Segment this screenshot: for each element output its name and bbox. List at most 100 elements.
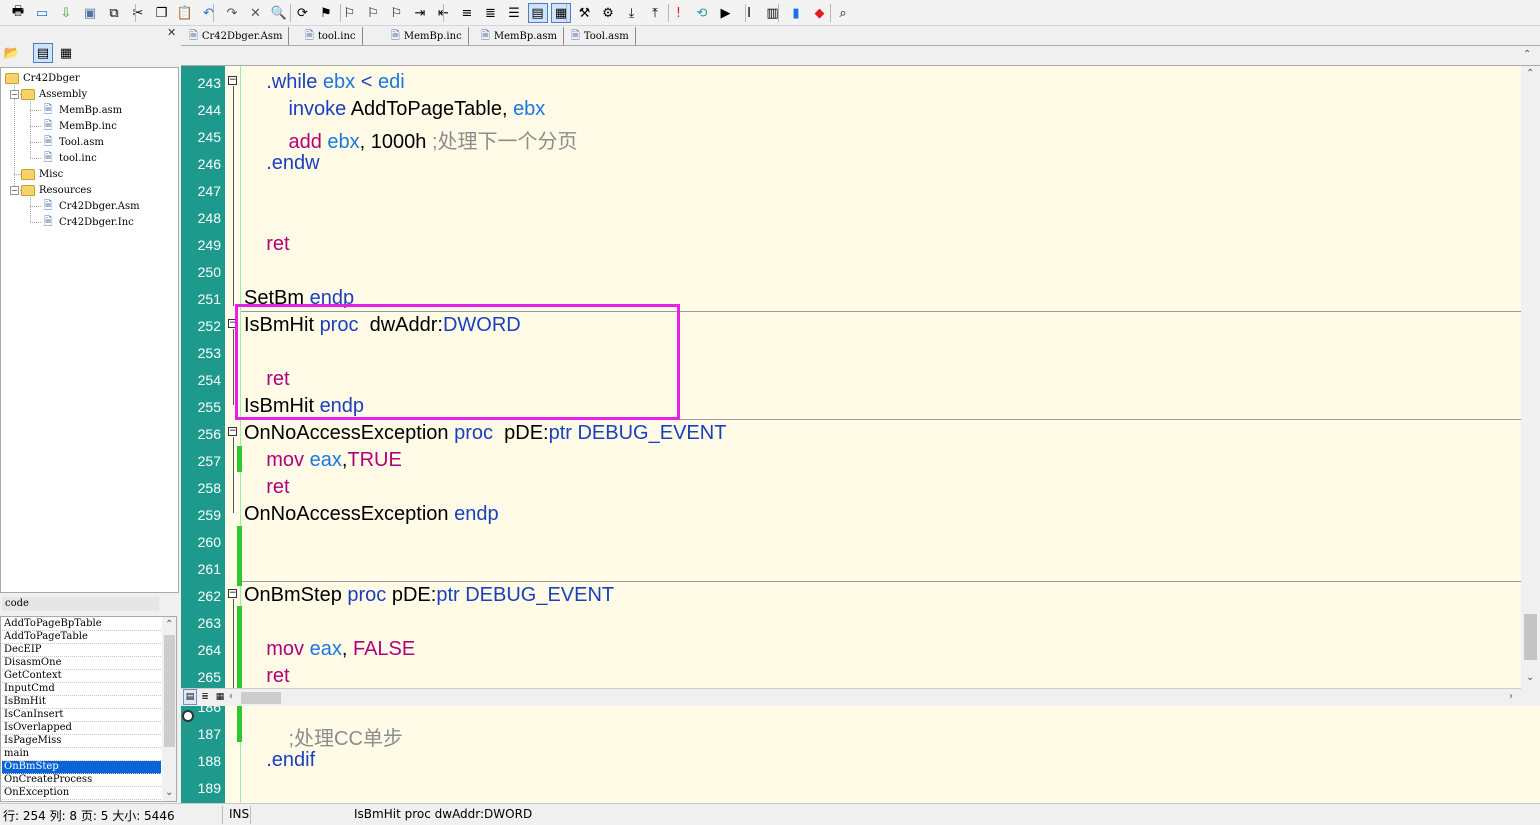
split-view-icon[interactable]: ▤ <box>183 689 197 705</box>
code-line[interactable]: mov eax, FALSE <box>244 638 415 661</box>
editor-vertical-scrollbar[interactable]: ⌃ ⌄ <box>1521 66 1540 688</box>
line-view-icon[interactable]: ≣ <box>198 689 212 705</box>
indent-icon[interactable]: ⇥ <box>410 3 430 23</box>
tree-folder[interactable]: Cr42Dbger <box>5 70 80 86</box>
editor-horizontal-scrollbar[interactable]: ▤ ≣ ▦ ‹ › <box>181 688 1521 706</box>
code-line[interactable]: ret <box>244 665 289 688</box>
bookmark-toggle-icon[interactable]: ⚑ <box>316 3 336 23</box>
go-icon[interactable]: ▶ <box>716 3 736 23</box>
undo-icon[interactable]: ↶ <box>199 3 219 23</box>
split-marker-icon[interactable] <box>182 710 194 722</box>
proc-list-item[interactable]: GetContext <box>2 670 161 683</box>
proc-list-item[interactable]: OnException <box>2 787 161 800</box>
scroll-up-icon[interactable]: ⌃ <box>165 619 173 630</box>
tree-file[interactable]: 🗎 tool.inc <box>41 150 97 166</box>
fold-toggle-icon[interactable]: − <box>228 589 237 598</box>
align-icon[interactable]: ☰ <box>504 3 524 23</box>
run-icon[interactable]: ! <box>669 3 689 23</box>
proc-list-item[interactable]: AddToPageBpTable <box>2 618 161 631</box>
print-icon[interactable]: 🖶 <box>8 3 28 23</box>
proc-list-item[interactable]: InputCmd <box>2 683 161 696</box>
copy-icon[interactable]: ❐ <box>152 3 172 23</box>
code-line[interactable]: .endw <box>244 152 319 175</box>
proc-list-item[interactable]: DecEIP <box>2 644 161 657</box>
zoom-icon[interactable]: ⌕ <box>833 3 853 23</box>
build-icon[interactable]: ⚙ <box>598 3 618 23</box>
file-tab[interactable]: 🗎 Tool.asm <box>567 27 636 45</box>
collapse-icon[interactable]: − <box>10 90 19 99</box>
code-line[interactable]: OnNoAccessException proc pDE:ptr DEBUG_E… <box>244 422 726 445</box>
bookmark-clear-icon[interactable]: ⚐ <box>387 3 407 23</box>
code-line[interactable]: invoke AddToPageTable, ebx <box>244 98 545 121</box>
code-line[interactable]: ;处理CC单步 <box>244 722 402 751</box>
tree-file[interactable]: 🗎 Tool.asm <box>41 134 104 150</box>
bookmark-prev-icon[interactable]: ⚐ <box>363 3 383 23</box>
resource-icon[interactable]: ▥ <box>763 3 783 23</box>
horizontal-scroll-thumb[interactable] <box>241 692 281 704</box>
file-tab[interactable]: 🗎 MemBp.inc <box>387 27 469 45</box>
proc-list-item[interactable]: OnCreateProcess <box>2 774 161 787</box>
fold-toggle-icon[interactable]: − <box>228 427 237 436</box>
file-tab[interactable]: 🗎 tool.inc <box>301 27 363 45</box>
grid-view-icon[interactable]: ▦ <box>213 689 227 705</box>
proc-list-item[interactable]: main <box>2 748 161 761</box>
scroll-right-icon[interactable]: › <box>1509 691 1513 702</box>
scroll-up-icon[interactable]: ⌃ <box>1526 68 1534 79</box>
collapse-icon[interactable]: − <box>10 186 19 195</box>
delete-icon[interactable]: ✕ <box>246 3 266 23</box>
shapes-icon[interactable]: ◆ <box>810 3 830 23</box>
tree-folder[interactable]: Assembly <box>21 86 87 102</box>
code-line[interactable]: ret <box>244 233 289 256</box>
proc-list-item[interactable]: IsBmHit <box>2 696 161 709</box>
color-icon[interactable]: ▮ <box>786 3 806 23</box>
code-line[interactable]: OnNoAccessException endp <box>244 503 499 526</box>
tools-icon[interactable]: ⚒ <box>575 3 595 23</box>
tree-file[interactable]: 🗎 Cr42Dbger.Asm <box>41 198 140 214</box>
proc-list-item[interactable]: OnBmStep <box>2 761 161 774</box>
redo-icon[interactable]: ↷ <box>222 3 242 23</box>
tree-file[interactable]: 🗎 MemBp.asm <box>41 102 123 118</box>
close-icon[interactable]: ✕ <box>167 26 176 39</box>
file-tab[interactable]: 🗎 Cr42Dbger.Asm <box>185 27 290 45</box>
paste-icon[interactable]: 📋 <box>175 3 195 23</box>
comment-icon[interactable]: ≡ <box>457 3 477 23</box>
debug-icon[interactable]: ⟲ <box>692 3 712 23</box>
view-project-icon[interactable]: ▤ <box>527 3 548 23</box>
link-icon[interactable]: ⤒ <box>645 3 665 23</box>
code-line[interactable]: mov eax,TRUE <box>244 449 402 472</box>
new-file-icon[interactable]: ▭ <box>32 3 52 23</box>
code-combo[interactable]: code <box>2 597 159 611</box>
open-file-icon[interactable]: ⇩ <box>56 3 76 23</box>
save-all-icon[interactable]: ⧉ <box>104 3 124 23</box>
proc-list-scrollbar[interactable]: ⌃ ⌄ <box>162 617 176 801</box>
scroll-down-icon[interactable]: ⌄ <box>165 787 173 798</box>
tree-folder[interactable]: Resources <box>21 182 91 198</box>
assemble-icon[interactable]: ⤓ <box>622 3 642 23</box>
fold-toggle-icon[interactable]: − <box>228 76 237 85</box>
uncomment-icon[interactable]: ≣ <box>481 3 501 23</box>
proc-list-item[interactable]: IsCanInsert <box>2 709 161 722</box>
file-tab[interactable]: 🗎 MemBp.asm <box>477 27 565 45</box>
proc-list-item[interactable]: IsPageMiss <box>2 735 161 748</box>
tree-file[interactable]: 🗎 Cr42Dbger.Inc <box>41 214 134 230</box>
file-view-icon[interactable]: ▦ <box>56 43 76 63</box>
view-output-icon[interactable]: ▦ <box>551 3 571 23</box>
code-line[interactable]: .while ebx < edi <box>244 71 404 94</box>
scroll-down-icon[interactable]: ⌄ <box>1526 672 1534 683</box>
proc-list-item[interactable]: IsOverlapped <box>2 722 161 735</box>
tree-file[interactable]: 🗎 MemBp.inc <box>41 118 117 134</box>
proc-list-item[interactable]: AddToPageTable <box>2 631 161 644</box>
cut-icon[interactable]: ✂ <box>128 3 148 23</box>
open-folder-icon[interactable]: 📂 <box>2 43 22 63</box>
text-cursor-icon[interactable]: I <box>739 3 759 23</box>
split-code-editor[interactable]: 186187 ;处理CC单步188 .endif189 assume ( <box>181 706 1540 803</box>
code-line[interactable]: add ebx, 1000h ;处理下一个分页 <box>244 125 577 154</box>
bookmark-next-icon[interactable]: ⚐ <box>340 3 360 23</box>
scroll-left-icon[interactable]: ‹ <box>229 691 233 702</box>
proc-list-scroll-thumb[interactable] <box>164 635 175 747</box>
save-icon[interactable]: ▣ <box>80 3 100 23</box>
editor-scroll-thumb[interactable] <box>1524 614 1537 660</box>
tree-folder[interactable]: Misc <box>21 166 63 182</box>
code-line[interactable]: OnBmStep proc pDE:ptr DEBUG_EVENT <box>244 584 614 607</box>
scroll-up-icon[interactable]: ⌃ <box>1523 49 1531 60</box>
